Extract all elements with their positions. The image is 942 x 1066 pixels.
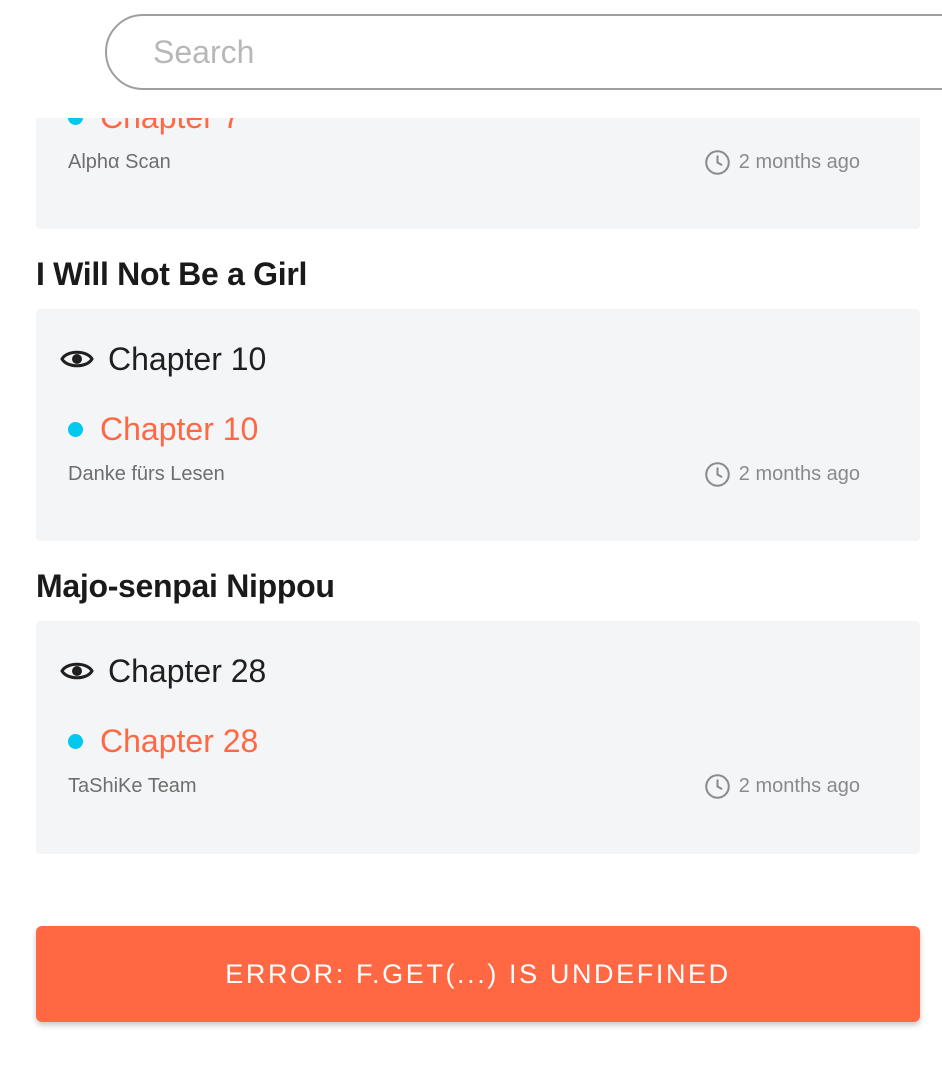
search-input[interactable] [105, 14, 942, 90]
chapter-time-label: 2 months ago [738, 151, 860, 173]
clock-icon [705, 150, 730, 175]
chapter-card: Chapter 10 Chapter 10 Danke fürs Lesen 2… [36, 309, 920, 541]
clock-icon [705, 462, 730, 487]
last-read-chapter[interactable]: Chapter 28 [60, 651, 266, 691]
chapter-link[interactable]: Chapter 10 [68, 408, 258, 450]
eye-icon [60, 662, 94, 680]
last-read-label: Chapter 10 [108, 340, 267, 377]
chapter-card: Chapter 28 Chapter 28 TaShiKe Team 2 mon… [36, 621, 920, 854]
search-bar [0, 0, 942, 118]
scanlation-group-link[interactable]: Danke fürs Lesen [68, 463, 225, 486]
chapter-link-label: Chapter 10 [100, 410, 259, 447]
new-chapter-dot [68, 421, 83, 437]
chapter-time: 2 months ago [704, 149, 860, 176]
series-title[interactable]: I Will Not Be a Girl [36, 256, 307, 293]
last-read-chapter[interactable]: Chapter 10 [60, 339, 266, 379]
series-title[interactable]: Majo-senpai Nippou [36, 568, 335, 605]
clock-icon [705, 774, 730, 799]
new-chapter-dot [68, 733, 83, 749]
scanlation-group-link[interactable]: Alphα Scan [68, 151, 171, 174]
page: Chapter 7 Alphα Scan 2 months ago I Will… [0, 0, 942, 1066]
eye-icon [60, 350, 94, 368]
chapter-time-label: 2 months ago [738, 463, 860, 485]
last-read-label: Chapter 28 [108, 652, 267, 689]
chapter-time: 2 months ago [704, 773, 860, 800]
chapter-time-label: 2 months ago [738, 775, 860, 797]
chapter-link[interactable]: Chapter 28 [68, 720, 258, 762]
chapter-link-label: Chapter 28 [100, 722, 259, 759]
chapter-time: 2 months ago [704, 461, 860, 488]
error-button[interactable]: Error: f.get(...) is undefined [36, 926, 920, 1022]
scanlation-group-link[interactable]: TaShiKe Team [68, 775, 197, 798]
